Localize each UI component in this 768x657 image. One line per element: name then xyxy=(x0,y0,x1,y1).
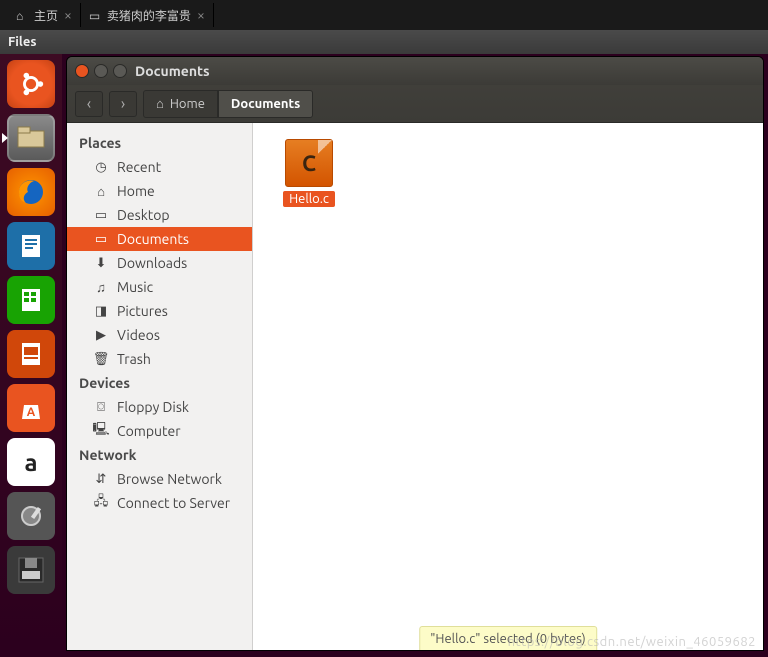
tab-label: 主页 xyxy=(34,7,58,24)
sidebar-item-label: Floppy Disk xyxy=(117,399,189,415)
file-manager-window: Documents ‹ › ⌂ Home Documents Places ◷ Re… xyxy=(66,56,764,651)
sidebar-item-home[interactable]: ⌂ Home xyxy=(67,179,252,203)
amazon-launcher-icon[interactable]: a xyxy=(7,438,55,486)
disk-launcher-icon[interactable] xyxy=(7,546,55,594)
unity-menu-bar: Files xyxy=(0,30,768,54)
documents-icon: ▭ xyxy=(93,231,109,247)
unity-launcher: A a xyxy=(0,54,62,657)
sidebar-item-label: Recent xyxy=(117,159,161,175)
window-close-icon[interactable] xyxy=(75,64,89,78)
chevron-right-icon: › xyxy=(121,95,126,113)
home-icon: ⌂ xyxy=(16,9,28,21)
content-area[interactable]: C Hello.c "Hello.c" selected (0 bytes) xyxy=(253,123,763,650)
page-icon: ▭ xyxy=(89,9,101,21)
sidebar-heading: Devices xyxy=(67,371,252,395)
window-minimize-icon[interactable] xyxy=(94,64,108,78)
sidebar-item-label: Connect to Server xyxy=(117,495,230,511)
browser-tab-article[interactable]: ▭ 卖猪肉的李富贵 × xyxy=(81,3,214,27)
back-button[interactable]: ‹ xyxy=(75,91,103,117)
svg-text:A: A xyxy=(27,406,36,419)
pictures-icon: ◨ xyxy=(93,303,109,319)
chevron-left-icon: ‹ xyxy=(87,95,92,113)
breadcrumb-home[interactable]: ⌂ Home xyxy=(143,90,218,118)
window-maximize-icon[interactable] xyxy=(113,64,127,78)
forward-button[interactable]: › xyxy=(109,91,137,117)
browser-tab-home[interactable]: ⌂ 主页 × xyxy=(8,3,81,27)
settings-launcher-icon[interactable] xyxy=(7,492,55,540)
close-icon[interactable]: × xyxy=(197,7,205,23)
menu-files[interactable]: Files xyxy=(8,35,36,49)
sidebar-item-label: Desktop xyxy=(117,207,170,223)
sidebar-item-downloads[interactable]: ⬇ Downloads xyxy=(67,251,252,275)
videos-icon: ▶ xyxy=(93,327,109,343)
files-launcher-icon[interactable] xyxy=(7,114,55,162)
status-text: "Hello.c" selected (0 bytes) xyxy=(430,632,586,646)
sidebar-item-label: Browse Network xyxy=(117,471,222,487)
connect-to-server-icon: 🖧 xyxy=(93,495,109,511)
breadcrumb-label: Home xyxy=(170,97,205,111)
breadcrumb-label: Documents xyxy=(231,97,300,111)
amazon-letter: a xyxy=(24,449,37,476)
sidebar-item-label: Computer xyxy=(117,423,181,439)
sidebar-item-music[interactable]: ♫ Music xyxy=(67,275,252,299)
sidebar-item-label: Pictures xyxy=(117,303,168,319)
sidebar-item-label: Trash xyxy=(117,351,151,367)
sidebar-item-documents[interactable]: ▭ Documents xyxy=(67,227,252,251)
breadcrumb-documents[interactable]: Documents xyxy=(218,90,313,118)
sidebar-item-desktop[interactable]: ▭ Desktop xyxy=(67,203,252,227)
status-bar: "Hello.c" selected (0 bytes) xyxy=(419,626,597,651)
window-title: Documents xyxy=(135,63,210,79)
toolbar: ‹ › ⌂ Home Documents xyxy=(67,85,763,123)
computer-icon: 🖳 xyxy=(93,423,109,439)
recent-icon: ◷ xyxy=(93,159,109,175)
file-label: Hello.c xyxy=(283,191,335,207)
home-icon: ⌂ xyxy=(156,96,164,111)
sidebar-item-computer[interactable]: 🖳 Computer xyxy=(67,419,252,443)
firefox-launcher-icon[interactable] xyxy=(7,168,55,216)
desktop-icon: ▭ xyxy=(93,207,109,223)
sidebar-item-floppy-disk[interactable]: ⌼ Floppy Disk xyxy=(67,395,252,419)
sidebar: Places ◷ Recent ⌂ Home ▭ Desktop ▭ Documents ⬇ Dow… xyxy=(67,123,253,650)
home-icon: ⌂ xyxy=(93,183,109,199)
music-icon: ♫ xyxy=(93,279,109,295)
sidebar-item-label: Music xyxy=(117,279,153,295)
sidebar-item-pictures[interactable]: ◨ Pictures xyxy=(67,299,252,323)
sidebar-item-recent[interactable]: ◷ Recent xyxy=(67,155,252,179)
tab-label: 卖猪肉的李富贵 xyxy=(107,7,191,24)
sidebar-heading: Network xyxy=(67,443,252,467)
downloads-icon: ⬇ xyxy=(93,255,109,271)
sidebar-item-browse-network[interactable]: ⇵ Browse Network xyxy=(67,467,252,491)
c-file-icon: C xyxy=(285,139,333,187)
trash-icon: 🗑 xyxy=(93,351,109,367)
close-icon[interactable]: × xyxy=(64,7,72,23)
writer-launcher-icon[interactable] xyxy=(7,222,55,270)
dash-icon[interactable] xyxy=(7,60,55,108)
browser-tab-strip: ⌂ 主页 × ▭ 卖猪肉的李富贵 × xyxy=(0,0,768,30)
breadcrumb: ⌂ Home Documents xyxy=(143,90,313,118)
browse-network-icon: ⇵ xyxy=(93,471,109,487)
sidebar-item-videos[interactable]: ▶ Videos xyxy=(67,323,252,347)
sidebar-item-label: Videos xyxy=(117,327,160,343)
file-item[interactable]: C Hello.c xyxy=(269,139,349,207)
calc-launcher-icon[interactable] xyxy=(7,276,55,324)
floppy-disk-icon: ⌼ xyxy=(93,399,109,415)
impress-launcher-icon[interactable] xyxy=(7,330,55,378)
sidebar-item-label: Home xyxy=(117,183,155,199)
sidebar-item-connect-to-server[interactable]: 🖧 Connect to Server xyxy=(67,491,252,515)
titlebar[interactable]: Documents xyxy=(67,57,763,85)
sidebar-item-trash[interactable]: 🗑 Trash xyxy=(67,347,252,371)
software-launcher-icon[interactable]: A xyxy=(7,384,55,432)
sidebar-heading: Places xyxy=(67,131,252,155)
sidebar-item-label: Downloads xyxy=(117,255,187,271)
sidebar-item-label: Documents xyxy=(117,231,189,247)
